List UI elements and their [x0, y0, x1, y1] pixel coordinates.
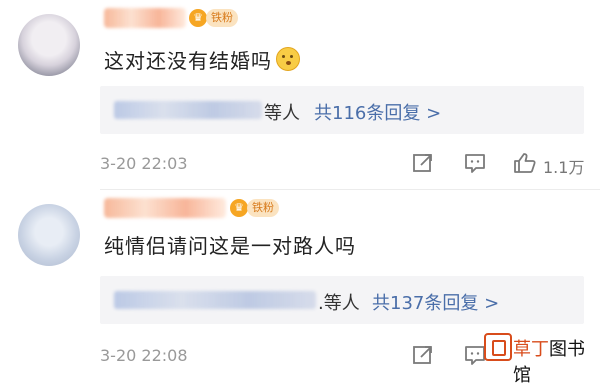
username-blurred[interactable]	[104, 198, 226, 218]
watermark-text: 草丁图书馆	[513, 335, 600, 387]
reply-usernames-blurred	[114, 101, 262, 119]
username-blurred[interactable]	[104, 8, 186, 28]
view-replies-link[interactable]: 共137条回复 >	[372, 289, 499, 315]
comment-time: 3-20 22:03	[100, 154, 188, 173]
reply-preview[interactable]: 等人 共116条回复 >	[100, 86, 584, 134]
reply-preview[interactable]: .等人 共137条回复 >	[100, 276, 584, 324]
share-button[interactable]	[410, 150, 436, 176]
comment-icon	[465, 154, 485, 173]
share-icon	[413, 154, 432, 172]
hushed-face-emoji-icon	[276, 47, 300, 71]
comment-time: 3-20 22:08	[100, 346, 188, 365]
like-count: 1.1万	[543, 158, 585, 177]
comment-text: 这对还没有结婚吗	[104, 45, 300, 74]
comment-text-content: 这对还没有结婚吗	[104, 49, 272, 73]
watermark-brand-highlight: 草丁	[513, 339, 549, 360]
thumbs-up-icon	[514, 153, 536, 173]
watermark-logo-icon	[484, 333, 512, 361]
reply-others-label: .等人	[318, 293, 360, 314]
avatar[interactable]	[18, 14, 80, 76]
reply-usernames-blurred	[114, 291, 316, 309]
like-button[interactable]	[512, 150, 538, 176]
comment-item: ♛ 铁粉 这对还没有结婚吗 等人 共116条回复 > 3-20 22:03 1.…	[0, 0, 600, 190]
reply-others-label: 等人	[264, 103, 300, 124]
avatar[interactable]	[18, 204, 80, 266]
crown-icon: ♛	[189, 9, 207, 27]
comment-button[interactable]	[462, 150, 488, 176]
share-button[interactable]	[410, 342, 436, 368]
crown-icon: ♛	[230, 199, 248, 217]
view-replies-link[interactable]: 共116条回复 >	[314, 99, 441, 125]
comment-text: 纯情侣请问这是一对路人吗	[104, 234, 356, 258]
fan-badge: 铁粉	[247, 199, 279, 217]
share-icon	[413, 346, 432, 364]
comment-footer: 3-20 22:03 1.1万	[0, 148, 600, 178]
fan-badge: 铁粉	[206, 9, 238, 27]
